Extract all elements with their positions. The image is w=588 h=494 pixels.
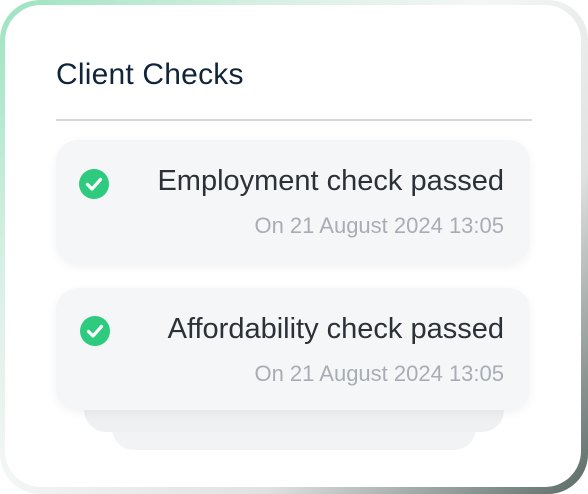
check-circle-icon [79,169,109,199]
check-timestamp: On 21 August 2024 13:05 [254,361,504,386]
check-card-employment[interactable]: Employment check passed On 21 August 202… [56,140,530,264]
panel-title: Client Checks [56,58,244,91]
check-label: Affordability check passed [167,313,504,345]
check-card-affordability[interactable]: Affordability check passed On 21 August … [56,288,530,410]
divider [56,119,532,121]
check-circle-icon [80,316,110,346]
check-timestamp: On 21 August 2024 13:05 [254,213,504,238]
check-label: Employment check passed [157,165,504,197]
